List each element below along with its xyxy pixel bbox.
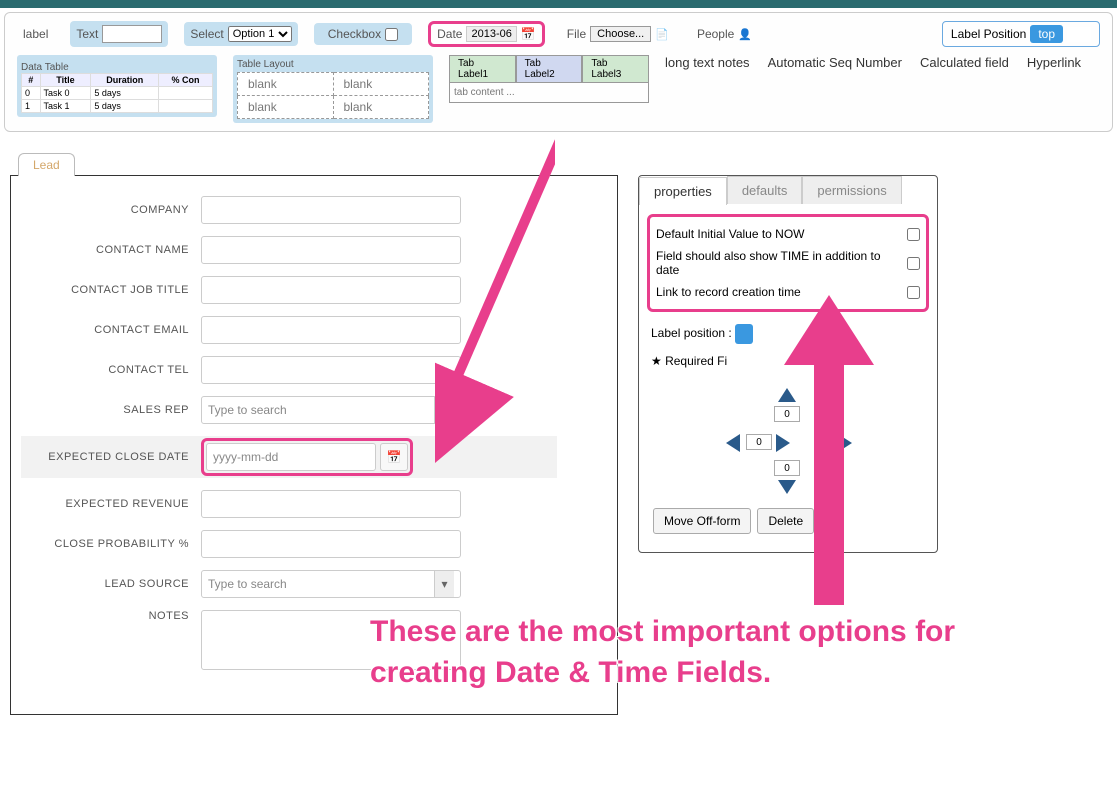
properties-panel: properties defaults permissions Default …: [638, 175, 938, 553]
input-contact-job[interactable]: [201, 276, 461, 304]
tool-people[interactable]: People👤: [691, 23, 758, 45]
arrow-left-in[interactable]: [818, 434, 832, 452]
tab-permissions[interactable]: permissions: [802, 176, 901, 204]
tool-file-btn[interactable]: Choose...: [590, 26, 651, 42]
arrow-right-in[interactable]: [776, 434, 790, 452]
arrow-left-out[interactable]: [726, 434, 740, 452]
arrow-up[interactable]: [778, 388, 796, 402]
tool-text[interactable]: Text: [70, 21, 168, 47]
label-company: COMPANY: [21, 204, 201, 216]
date-field-highlight: yyyy-mm-dd 📅: [201, 438, 413, 476]
label-expected-close: EXPECTED CLOSE DATE: [21, 451, 201, 463]
data-table-label: Data Table: [21, 62, 69, 73]
tool-seq-number[interactable]: Automatic Seq Number: [768, 55, 902, 70]
tool-date[interactable]: Date 2013-06 📅: [428, 21, 545, 47]
opt-link-checkbox[interactable]: [907, 286, 920, 299]
tab-defaults[interactable]: defaults: [727, 176, 803, 204]
input-expected-close[interactable]: yyyy-mm-dd: [206, 443, 376, 471]
annotation-text: These are the most important options for…: [370, 612, 1070, 693]
table-layout-label: Table Layout: [237, 59, 429, 70]
calendar-icon: 📅: [387, 450, 402, 464]
tab-label-1[interactable]: Tab Label1: [449, 55, 516, 82]
input-contact-tel[interactable]: [201, 356, 461, 384]
opt-now-checkbox[interactable]: [907, 228, 920, 241]
label-position-control[interactable]: Label Position top: [942, 21, 1100, 47]
tab-label-3[interactable]: Tab Label3: [582, 55, 649, 82]
tool-label[interactable]: label: [17, 23, 54, 45]
tool-long-text[interactable]: long text notes: [665, 55, 750, 70]
label-sales-rep: SALES REP: [21, 404, 201, 416]
person-icon: 👤: [738, 28, 752, 41]
dropdown-icon[interactable]: ▾: [434, 571, 454, 597]
opt-time-label: Field should also show TIME in addition …: [656, 249, 907, 277]
label-position-input[interactable]: [1067, 27, 1091, 42]
tab-label-2[interactable]: Tab Label2: [516, 55, 583, 82]
tool-select[interactable]: Select Option 1: [184, 22, 297, 46]
input-lead-source[interactable]: Type to search▾: [201, 570, 461, 598]
calendar-button[interactable]: 📅: [380, 443, 408, 471]
app-topbar: [0, 0, 1117, 8]
tool-data-table[interactable]: Data Table #TitleDuration% Con 0Task 05 …: [17, 55, 217, 117]
tab-content: tab content ...: [449, 82, 649, 103]
label-contact-name: CONTACT NAME: [21, 244, 201, 256]
opt-link-label: Link to record creation time: [656, 285, 801, 299]
opt-now-label: Default Initial Value to NOW: [656, 227, 805, 241]
position-pad: 0 0 0: [718, 388, 858, 498]
tool-date-value: 2013-06: [466, 26, 516, 42]
dropdown-icon[interactable]: ▾: [434, 397, 454, 423]
pad-value-left[interactable]: 0: [746, 434, 772, 450]
tool-hyperlink[interactable]: Hyperlink: [1027, 55, 1081, 70]
pad-value-top[interactable]: 0: [774, 406, 800, 422]
tool-file[interactable]: File Choose... 📄: [561, 22, 675, 46]
label-position-btn[interactable]: [735, 324, 753, 344]
label-position-text: Label Position: [951, 27, 1026, 41]
input-close-prob[interactable]: [201, 530, 461, 558]
tool-text-input[interactable]: [102, 25, 162, 43]
move-off-form-button[interactable]: Move Off-form: [653, 508, 751, 534]
input-sales-rep[interactable]: Type to search▾: [201, 396, 461, 424]
arrow-down[interactable]: [778, 480, 796, 494]
tool-select-dropdown[interactable]: Option 1: [228, 26, 292, 42]
input-expected-rev[interactable]: [201, 490, 461, 518]
tool-calculated[interactable]: Calculated field: [920, 55, 1009, 70]
mini-data-table: #TitleDuration% Con 0Task 05 days 1Task …: [21, 73, 213, 113]
required-field-row[interactable]: ★ Required Fi: [647, 354, 929, 368]
tab-properties[interactable]: properties: [639, 177, 727, 205]
label-notes: NOTES: [21, 610, 201, 622]
input-company[interactable]: [201, 196, 461, 224]
delete-button[interactable]: Delete: [757, 508, 814, 534]
tool-table-layout[interactable]: Table Layout blankblank blankblank: [233, 55, 433, 123]
input-contact-email[interactable]: [201, 316, 461, 344]
label-contact-email: CONTACT EMAIL: [21, 324, 201, 336]
label-position-prop: Label position :: [651, 326, 732, 340]
input-contact-name[interactable]: [201, 236, 461, 264]
tool-tabs[interactable]: Tab Label1 Tab Label2 Tab Label3 tab con…: [449, 55, 649, 103]
label-contact-tel: CONTACT TEL: [21, 364, 201, 376]
label-contact-job: CONTACT JOB TITLE: [21, 284, 201, 296]
arrow-right-out[interactable]: [838, 434, 852, 452]
lead-tab[interactable]: Lead: [18, 153, 75, 176]
tool-checkbox[interactable]: Checkbox: [314, 23, 412, 45]
label-close-prob: CLOSE PROBABILITY %: [21, 538, 201, 550]
toolbox-panel: label Text Select Option 1 Checkbox Date…: [4, 12, 1113, 132]
label-position-value[interactable]: top: [1030, 25, 1063, 43]
options-highlight: Default Initial Value to NOW Field shoul…: [647, 214, 929, 312]
file-icon: 📄: [655, 28, 669, 41]
calendar-icon: 📅: [521, 27, 536, 41]
label-lead-source: LEAD SOURCE: [21, 578, 201, 590]
opt-time-checkbox[interactable]: [907, 257, 920, 270]
label-expected-rev: EXPECTED REVENUE: [21, 498, 201, 510]
tool-checkbox-box[interactable]: [385, 28, 398, 41]
pad-value-bottom[interactable]: 0: [774, 460, 800, 476]
